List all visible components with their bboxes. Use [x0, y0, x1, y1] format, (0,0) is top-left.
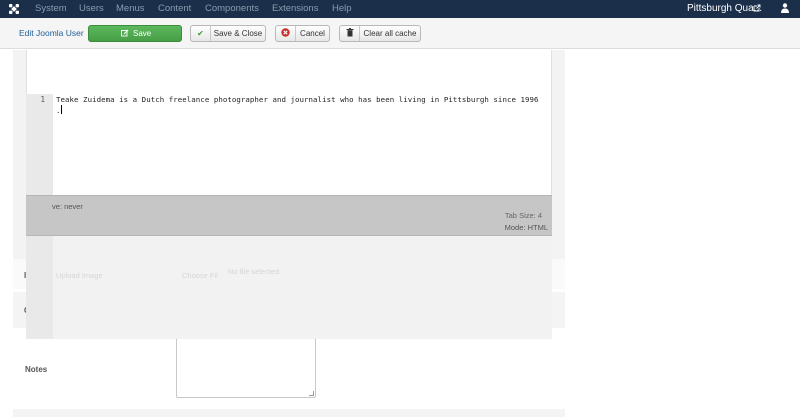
toolbar: Edit Joomla User Save ✔ Save & Close Can… [0, 18, 800, 49]
line-number: 1 [40, 95, 45, 104]
nav-content[interactable]: Content [158, 2, 191, 16]
cancel-button[interactable]: Cancel [275, 25, 330, 42]
form-bottom-strip [13, 409, 565, 417]
nav-system[interactable]: System [35, 2, 67, 16]
text-cursor [60, 105, 62, 114]
cancel-circle-icon [276, 26, 296, 41]
editor-status-bar: ve: never Tab Size: 4 Mode: HTML [26, 195, 552, 236]
nav-users[interactable]: Users [79, 2, 104, 16]
status-tab-size: Tab Size: 4 [504, 211, 542, 220]
ghost-upload-label: Upload Image [56, 271, 103, 280]
user-icon[interactable] [780, 2, 790, 14]
resize-grip-icon[interactable] [309, 391, 314, 396]
code-text[interactable]: Teake Zuidema is a Dutch freelance photo… [56, 95, 550, 116]
status-autosave: ve: never [52, 202, 83, 211]
clear-cache-button[interactable]: Clear all cache [339, 25, 421, 42]
nav-help[interactable]: Help [332, 2, 352, 16]
ghost-choose-file: Choose Fil [182, 271, 218, 280]
save-button[interactable]: Save [88, 25, 182, 42]
clear-cache-label: Clear all cache [363, 29, 417, 38]
notes-textarea[interactable] [176, 338, 316, 398]
check-icon: ✔ [191, 26, 211, 41]
status-mode: Mode: HTML [504, 223, 548, 232]
nav-components[interactable]: Components [205, 2, 259, 16]
page-title: Edit Joomla User [19, 28, 84, 38]
cancel-label: Cancel [300, 29, 325, 38]
editor-lower-panel [53, 236, 552, 339]
code-line: Teake Zuidema is a Dutch freelance photo… [56, 95, 539, 104]
save-close-button[interactable]: ✔ Save & Close [190, 25, 266, 42]
site-name-link[interactable]: Pittsburgh Qua... [687, 2, 762, 16]
save-close-label: Save & Close [213, 29, 263, 38]
nav-menus[interactable]: Menus [116, 2, 145, 16]
notes-label: Notes [25, 365, 48, 374]
top-navbar: System Users Menus Content Components Ex… [0, 0, 800, 18]
nav-extensions[interactable]: Extensions [272, 2, 318, 16]
external-link-icon[interactable] [753, 4, 761, 12]
joomla-logo-icon[interactable] [7, 2, 21, 16]
save-label: Save [133, 29, 152, 38]
editor-toolbar-area [26, 50, 552, 94]
ghost-no-file: No file selected [228, 267, 280, 276]
trash-icon [340, 26, 360, 41]
